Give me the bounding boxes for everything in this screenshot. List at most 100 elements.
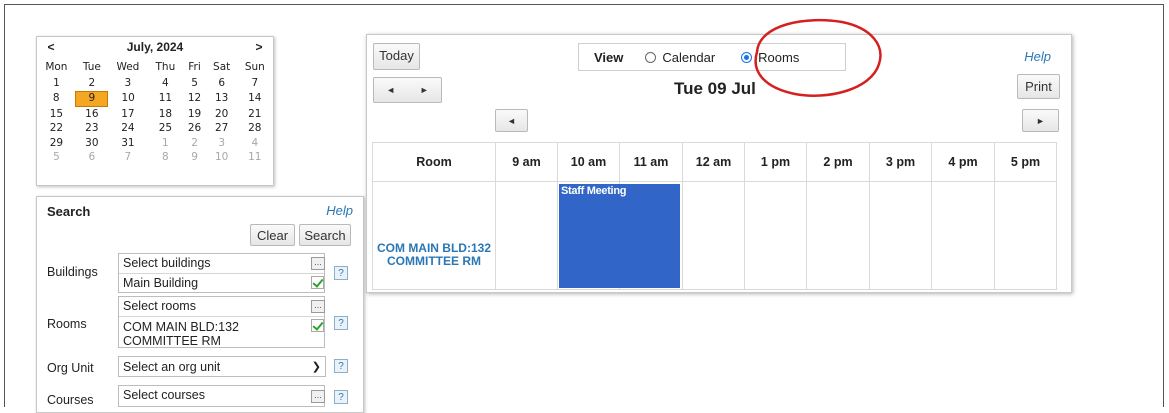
calendar-day[interactable]: 18 (148, 107, 183, 122)
weekday-header: Mon (45, 60, 68, 73)
calendar-day[interactable]: 20 (206, 107, 237, 122)
calendar-day[interactable]: 6 (76, 151, 108, 166)
next-day-button[interactable]: ► (420, 85, 429, 95)
calendar-day[interactable]: 1 (37, 76, 76, 91)
time-column-header: 12 am (682, 142, 745, 182)
calendar-day[interactable]: 26 (183, 122, 206, 137)
room-name-line1: COM MAIN BLD:132 (376, 240, 491, 255)
chevron-down-icon: ❯ (311, 361, 321, 373)
calendar-day[interactable]: 15 (37, 107, 76, 122)
prev-day-button[interactable]: ◄ (386, 85, 395, 95)
time-column-header: 2 pm (806, 142, 870, 182)
courses-label: Courses (47, 393, 94, 407)
calendar-day[interactable]: 31 (108, 136, 148, 151)
calendar-day[interactable]: 8 (148, 151, 183, 166)
rooms-field[interactable]: Select rooms COM MAIN BLD:132 COMMITTEE … (118, 296, 325, 348)
calendar-day[interactable]: 8 (37, 91, 76, 107)
slot-4pm[interactable] (931, 181, 995, 290)
calendar-day[interactable]: 2 (183, 136, 206, 151)
calendar-day[interactable]: 10 (206, 151, 237, 166)
radio-calendar[interactable] (645, 51, 657, 63)
next-month-button[interactable]: > (251, 40, 267, 54)
calendar-day[interactable]: 1 (148, 136, 183, 151)
calendar-day[interactable]: 4 (148, 76, 183, 91)
rooms-picker-button[interactable]: ... (311, 300, 325, 313)
scroll-right-button[interactable]: ► (1022, 109, 1059, 132)
calendar-day[interactable]: 21 (237, 107, 272, 122)
slot-12am[interactable] (682, 181, 745, 290)
right-arrow-icon: ► (1036, 115, 1045, 126)
calendar-day[interactable]: 27 (206, 122, 237, 137)
buildings-picker-button[interactable]: ... (311, 257, 325, 270)
org-unit-select[interactable]: Select an org unit ❯ (118, 356, 326, 377)
buildings-checkbox[interactable] (311, 276, 324, 289)
room-name-cell[interactable]: COM MAIN BLD:132 COMMITTEE RM (372, 181, 496, 290)
calendar-day[interactable]: 4 (237, 136, 272, 151)
calendar-day[interactable]: 13 (206, 91, 237, 107)
rooms-view-radio[interactable]: Rooms (741, 50, 799, 65)
time-column-header: 5 pm (994, 142, 1057, 182)
courses-picker-button[interactable]: ... (311, 390, 325, 403)
slot-5pm[interactable] (994, 181, 1057, 290)
buildings-value: Main Building (123, 276, 199, 290)
slot-1pm[interactable] (744, 181, 807, 290)
courses-help-icon[interactable]: ? (334, 390, 348, 404)
print-button[interactable]: Print (1017, 74, 1060, 99)
rooms-value-line2: COMMITTEE RM (123, 334, 221, 348)
search-help-link[interactable]: Help (326, 203, 353, 218)
scroll-left-button[interactable]: ◄ (495, 109, 528, 132)
calendar-day[interactable]: 19 (183, 107, 206, 122)
calendar-day[interactable]: 25 (148, 122, 183, 137)
calendar-day[interactable]: 29 (37, 136, 76, 151)
calendar-day[interactable]: 10 (108, 91, 148, 107)
calendar-day[interactable]: 17 (108, 107, 148, 122)
calendar-day[interactable]: 3 (206, 136, 237, 151)
rooms-help-icon[interactable]: ? (334, 316, 348, 330)
calendar-day[interactable]: 7 (237, 76, 272, 91)
slot-2pm[interactable] (806, 181, 870, 290)
schedule-help-link[interactable]: Help (1024, 49, 1051, 64)
calendar-view-radio[interactable]: Calendar (645, 50, 715, 65)
calendar-day[interactable]: 11 (148, 91, 183, 107)
clear-button[interactable]: Clear (250, 224, 295, 246)
rooms-checkbox[interactable] (311, 319, 324, 332)
calendar-day[interactable]: 7 (108, 151, 148, 166)
radio-rooms[interactable] (741, 51, 753, 63)
calendar-day[interactable]: 6 (206, 76, 237, 91)
calendar-day[interactable]: 2 (76, 76, 108, 91)
prev-month-button[interactable]: < (43, 40, 59, 54)
slot-9am[interactable] (495, 181, 558, 290)
calendar-day[interactable]: 9 (183, 151, 206, 166)
slot-3pm[interactable] (869, 181, 932, 290)
day-nav-group: ◄ ► (373, 77, 442, 103)
buildings-field[interactable]: Select buildings Main Building (118, 253, 325, 293)
calendar-day[interactable]: 14 (237, 91, 272, 107)
room-schedule-grid: Room 9 am 10 am 11 am 12 am 1 pm 2 pm 3 pm 4 pm 5… (372, 142, 1057, 290)
calendar-day[interactable]: 5 (183, 76, 206, 91)
calendar-day[interactable]: 23 (76, 122, 108, 137)
calendar-day[interactable]: 9 (75, 90, 109, 107)
calendar-day[interactable]: 5 (37, 151, 76, 166)
buildings-help-icon[interactable]: ? (334, 266, 348, 280)
weekday-header: Sat (213, 60, 231, 73)
calendar-day[interactable]: 3 (108, 76, 148, 91)
table-row: COM MAIN BLD:132 COMMITTEE RM Staff Meet… (372, 181, 1057, 290)
calendar-day[interactable]: 11 (237, 151, 272, 166)
search-button[interactable]: Search (299, 224, 351, 246)
weekday-header: Tue (82, 60, 101, 73)
calendar-day[interactable]: 28 (237, 122, 272, 137)
courses-field[interactable]: Select courses (118, 385, 325, 407)
view-label: View (594, 49, 624, 65)
calendar-day[interactable]: 22 (37, 122, 76, 137)
search-panel: Search Help Clear Search Buildings Selec… (36, 196, 364, 413)
today-button[interactable]: Today (373, 43, 420, 70)
left-arrow-icon: ◄ (507, 115, 516, 126)
calendar-day[interactable]: 30 (76, 136, 108, 151)
slot-10am[interactable]: Staff Meeting (557, 181, 680, 290)
calendar-day[interactable]: 12 (183, 91, 206, 107)
time-column-header: 4 pm (931, 142, 995, 182)
calendar-day[interactable]: 24 (108, 122, 148, 137)
calendar-day[interactable]: 16 (76, 107, 108, 122)
org-unit-help-icon[interactable]: ? (334, 359, 348, 373)
slot-11am[interactable] (619, 181, 683, 290)
